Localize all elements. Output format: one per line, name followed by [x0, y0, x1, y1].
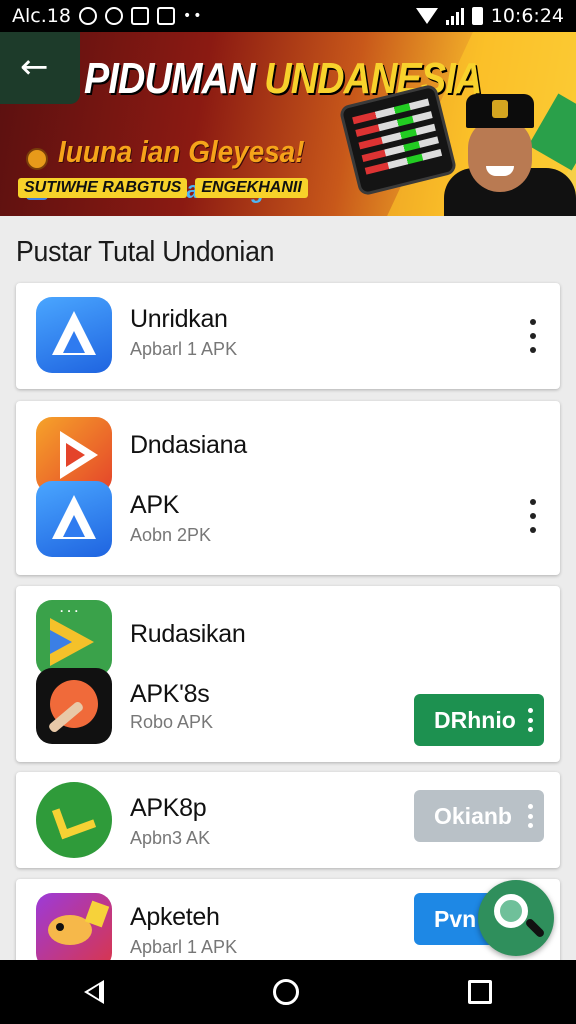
download-button-label: DRhnio: [434, 706, 516, 733]
more-notifications-dots: ••: [182, 8, 204, 24]
nav-back-icon[interactable]: [84, 980, 105, 1004]
app-name: Apketeh: [130, 903, 220, 931]
back-arrow-icon[interactable]: ←: [20, 50, 60, 86]
blue-a-icon: [36, 297, 112, 373]
battery-icon: [471, 7, 483, 25]
keyboard-icon: [156, 7, 175, 25]
disabled-button-label: Okianb: [434, 802, 512, 829]
person-illustration: [436, 82, 576, 216]
magnifier-handle: [524, 917, 546, 939]
banner-tag: ENGEKHANII: [195, 178, 308, 198]
section-title: Pustar Tutal Undonian: [16, 236, 275, 268]
banner-title-part1: PIDUMAN: [84, 54, 255, 103]
app-name: Rudasikan: [130, 620, 246, 648]
more-options-icon[interactable]: [525, 319, 541, 353]
app-name: APK: [130, 491, 180, 519]
app-card[interactable]: Dndasiana APK Aobn 2PK: [16, 401, 560, 575]
app-subtitle: Aobn 2PK: [130, 525, 212, 545]
open-button-label: Pvn: [434, 905, 477, 932]
nav-recents-icon[interactable]: [467, 980, 492, 1004]
app-notification-icon: [104, 7, 123, 25]
banner-tags: SUTIWHE RABGTUS ENGEKHANII: [18, 178, 308, 198]
more-options-icon[interactable]: [525, 499, 541, 533]
search-fab[interactable]: [478, 880, 554, 956]
magnifier-icon: [494, 894, 528, 928]
disabled-action-button[interactable]: Okianb: [414, 790, 544, 842]
nav-home-icon[interactable]: [272, 979, 299, 1005]
signal-icon: [445, 7, 464, 25]
coin-icon: [26, 148, 48, 170]
banner-headline: Iuuna ian Gleyesa!: [58, 134, 305, 169]
paint-brush-icon: [36, 668, 112, 744]
app-card[interactable]: · · · Rudasikan APK'8s Robo APK DRhnio: [16, 586, 560, 762]
app-name: Unridkan: [130, 305, 228, 333]
app-subtitle: Robo APK: [130, 712, 214, 732]
banner-tag: SUTIWHE RABGTUS: [18, 178, 188, 198]
button-more-icon: [528, 708, 534, 732]
button-more-icon: [528, 804, 534, 828]
navigation-bar: [0, 960, 576, 1024]
wifi-icon: [415, 8, 438, 24]
app-name: APK'8s: [130, 680, 210, 708]
carrier-text: Alc.18: [12, 5, 71, 27]
green-check-icon: [36, 782, 112, 858]
app-subtitle: Apbn3 AK: [130, 828, 211, 848]
notification-icon: [78, 7, 97, 25]
blue-a-icon: [36, 481, 112, 557]
app-subtitle: Apbarl 1 APK: [130, 339, 238, 359]
image-notification-icon: [130, 7, 149, 25]
app-subtitle: Apbarl 1 APK: [130, 937, 238, 957]
app-card[interactable]: APK8p Apbn3 AK Okianb: [16, 772, 560, 868]
clock: 10:6:24: [490, 5, 564, 27]
fish-icon: [36, 893, 112, 969]
download-button[interactable]: DRhnio: [414, 694, 544, 746]
google-play-icon: · · ·: [36, 600, 112, 676]
app-name: APK8p: [130, 794, 207, 822]
app-name: Dndasiana: [130, 431, 247, 459]
app-card[interactable]: Unridkan Apbarl 1 APK: [16, 283, 560, 389]
status-bar: Alc.18 •• 10:6:24: [0, 0, 576, 32]
